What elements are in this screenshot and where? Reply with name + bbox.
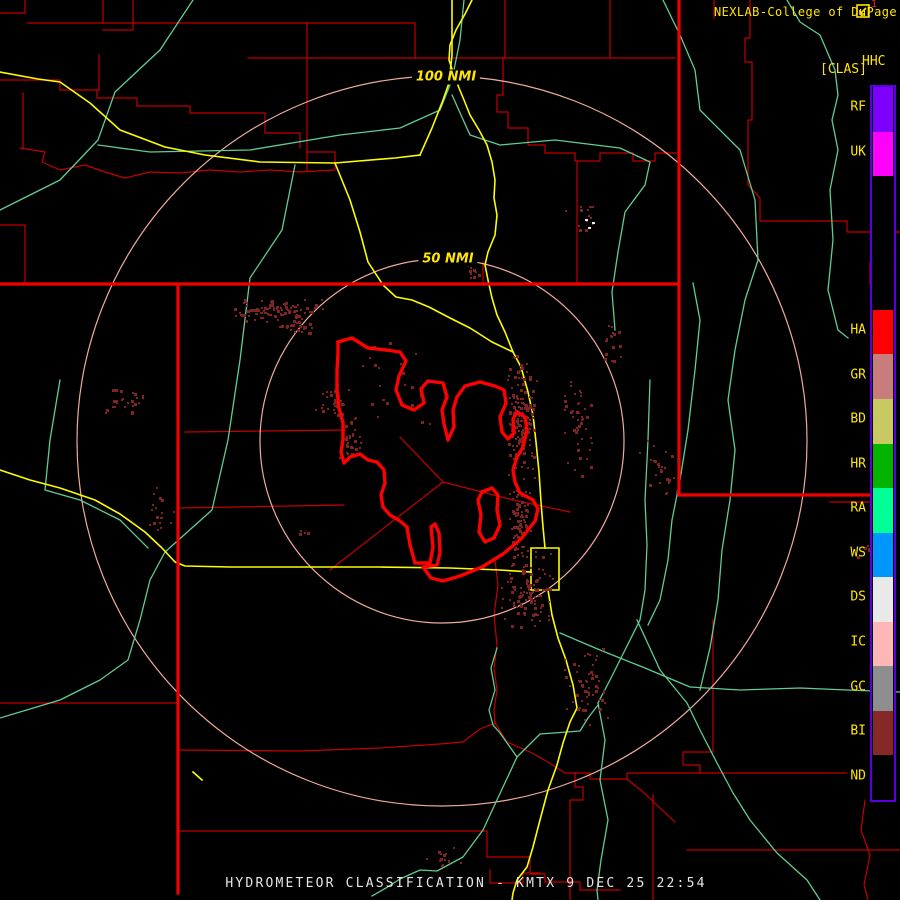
legend-slot-BD (873, 398, 893, 444)
county-lines-segment (496, 57, 677, 162)
product-tag-label: [CLAS] (820, 62, 867, 77)
county-lines-segment (0, 54, 100, 91)
brand-superscript: 1 (871, 0, 878, 10)
legend-slot-UK (873, 131, 893, 177)
lake-outline-segment (476, 486, 502, 544)
roads (0, 0, 578, 900)
county-lines-segment (399, 436, 444, 483)
white-dots (585, 219, 595, 229)
legend-label-DS: DS (850, 589, 866, 605)
county-lines-segment (177, 722, 496, 752)
legend-label-HR: HR (850, 456, 866, 472)
legend-label-GC: GC (850, 679, 866, 695)
county-lines-segment (493, 559, 499, 724)
legend-slot-DS (873, 577, 893, 622)
rivers-segment (0, 0, 194, 211)
county-lines-segment (329, 481, 571, 571)
legend-slot-GC (873, 666, 893, 711)
legend-label-WS: WS (850, 545, 866, 561)
legend-label-BI: BI (850, 723, 866, 739)
legend-slot-blank (873, 265, 893, 310)
legend-label-ND: ND (850, 768, 866, 784)
legend-slot-RF (873, 87, 893, 132)
county-lines-segment (27, 0, 104, 24)
legend-slot-HR (873, 443, 893, 489)
county-lines-segment (102, 0, 134, 31)
product-title: HYDROMETEOR CLASSIFICATION - KMTX 9 DEC … (225, 876, 707, 891)
rivers-segment (371, 704, 599, 897)
county-lines-segment (306, 22, 416, 59)
legend-slot-blank (873, 176, 893, 221)
county-lines-segment (682, 619, 714, 774)
legend-label-GR: GR (850, 367, 866, 383)
radar-map (0, 0, 900, 900)
county-lines-segment (626, 778, 676, 823)
legend-slot-HA (873, 309, 893, 355)
county-lines-segment (102, 22, 308, 171)
legend-slot-ND (873, 755, 893, 800)
legend-label-BD: BD (850, 411, 866, 427)
rivers-segment (636, 619, 821, 900)
county-lines-segment (177, 504, 345, 509)
county-lines-segment (0, 224, 26, 284)
legend-slot-GR (873, 354, 893, 399)
rivers-segment (662, 0, 759, 691)
legend-slot-RA (873, 488, 893, 533)
legend-slot-IC (873, 621, 893, 667)
radar-display: NEXLAB-College of DuPage 1 HHC [CLAS] 10… (0, 0, 900, 900)
legend-label-HA: HA (850, 322, 866, 338)
classification-legend (870, 85, 896, 802)
county-lines-segment (0, 0, 26, 14)
range-ring-100nmi (76, 75, 808, 807)
legend-label-IC: IC (850, 634, 866, 650)
bi-speckles (105, 206, 878, 867)
range-ring-label-100nmi: 100 NMI (411, 69, 481, 85)
roads-segment (191, 770, 204, 782)
range-rings (76, 75, 808, 807)
rivers-segment (647, 282, 701, 626)
legend-label-UK: UK (850, 144, 866, 160)
rivers-segment (0, 164, 296, 719)
county-lines-segment (184, 429, 346, 433)
range-ring-label-50nmi: 50 NMI (418, 251, 478, 267)
rivers-segment (488, 647, 518, 758)
rivers-segment (596, 702, 609, 900)
dupage-icon (856, 4, 870, 18)
legend-label-RA: RA (850, 500, 866, 516)
county-lines-segment (564, 772, 848, 780)
lake-outline (335, 336, 540, 583)
county-lines-segment (494, 722, 566, 774)
legend-slot-WS (873, 532, 893, 578)
legend-slot-BI (873, 710, 893, 756)
legend-slot-blank (873, 220, 893, 266)
rivers-segment (786, 0, 849, 339)
lake-outline-segment (335, 336, 540, 583)
legend-label-RF: RF (850, 99, 866, 115)
